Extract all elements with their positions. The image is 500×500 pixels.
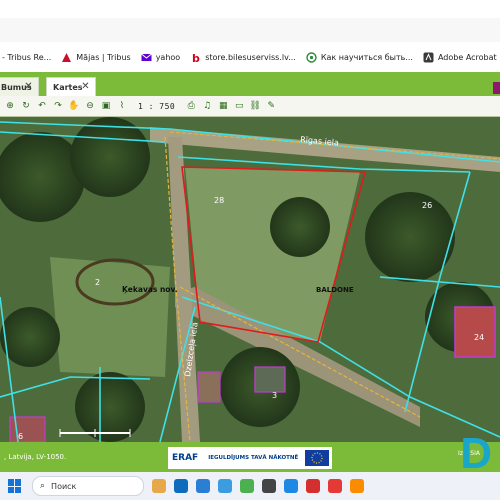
bookmark-label: - Tribus Re... [2, 52, 52, 62]
parcel-number: 6 [18, 432, 23, 441]
bookmark-label: Как научиться быть... [320, 52, 413, 62]
parcel-number: 28 [214, 196, 224, 205]
map-view[interactable]: Rīgas iela Dzelzceļa iela 28 26 2 24 3 6… [0, 117, 500, 442]
taskbar-search[interactable]: ⌕ Поиск [32, 476, 144, 496]
tree-cluster [75, 372, 145, 442]
map-scale: 1 : 750 [138, 101, 176, 111]
bookmark-majas-tribus[interactable]: Mājas | Tribus [61, 52, 131, 63]
tree-cluster [365, 192, 455, 282]
tab-bumus[interactable]: Bumus ✕ [0, 77, 39, 96]
parcel-number: 26 [422, 201, 432, 210]
parcel-number: 3 [272, 391, 277, 400]
comment-icon[interactable]: ▭ [233, 100, 245, 112]
municipality-label: Ķekavas nov. [122, 285, 178, 294]
tree-cluster [270, 197, 330, 257]
extent-icon[interactable]: ▣ [100, 100, 112, 112]
windows-start-icon[interactable] [8, 479, 22, 493]
header-badge [493, 82, 500, 94]
acrobat-icon[interactable] [306, 479, 320, 493]
search-icon: ⌕ [40, 481, 46, 491]
zoom-in-icon[interactable]: ⊕ [4, 100, 16, 112]
parcel-number: 2 [95, 278, 100, 287]
print-icon[interactable]: ⎙ [185, 100, 197, 112]
close-icon[interactable]: ✕ [23, 81, 34, 92]
app-header: Bumus ✕ Kartes ✕ [0, 72, 500, 96]
bookmarks-bar: - Tribus Re... Mājas | Tribus yahoo b st… [0, 42, 500, 72]
map-toolbar: ⊕ ↻ ↶ ↷ ✋ ⊖ ▣ ⌇ 1 : 750 ⎙ ♫ ▦ ▭ ⛓ ✎ [0, 96, 500, 117]
globe-icon [306, 51, 317, 63]
chrome-icon[interactable] [240, 479, 254, 493]
bookmark-kak-nauchitsya[interactable]: Как научиться быть... [306, 51, 413, 63]
forward-arrow-icon[interactable]: ↷ [52, 100, 64, 112]
bookmark-yahoo[interactable]: yahoo [140, 52, 181, 63]
zoom-out-icon[interactable]: ⊖ [84, 100, 96, 112]
measure-icon[interactable]: ⌇ [116, 100, 128, 112]
building [254, 366, 286, 393]
aerial-map: Rīgas iela Dzelzceļa iela 28 26 2 24 3 6… [0, 117, 500, 442]
watermark-letter: D [460, 429, 492, 478]
edit-icon[interactable]: ✎ [265, 100, 277, 112]
terminal-icon[interactable] [262, 479, 276, 493]
close-icon[interactable]: ✕ [80, 81, 91, 92]
yahoo-mail-icon [140, 53, 152, 61]
bookmark-label: Adobe Acrobat [437, 52, 497, 62]
tree-cluster [70, 117, 150, 197]
eraf-slogan: IEGULDĪJUMS TAVĀ NĀKOTNĒ [208, 455, 299, 461]
file-explorer-icon[interactable] [152, 479, 166, 493]
word-icon[interactable] [284, 479, 298, 493]
bookmark-label: Mājas | Tribus [76, 52, 131, 62]
adobe-acrobat-icon [423, 52, 434, 62]
browser-top-strip [0, 0, 500, 43]
tab-kartes[interactable]: Kartes ✕ [46, 77, 96, 96]
os-taskbar: ⌕ Поиск [0, 472, 500, 500]
bookmark-label: yahoo [155, 52, 181, 62]
svg-text:b: b [192, 52, 200, 63]
bookmark-adobe-acrobat[interactable]: Adobe Acrobat [423, 52, 497, 63]
pan-hand-icon[interactable]: ✋ [68, 100, 80, 112]
search-placeholder: Поиск [51, 481, 77, 491]
eu-flag-icon [305, 450, 329, 466]
music-note-icon[interactable]: ♫ [201, 100, 213, 112]
bilesu-serviss-icon: b [192, 52, 200, 63]
pdf-icon[interactable] [328, 479, 342, 493]
tree-cluster [0, 307, 60, 367]
outlook-icon[interactable] [174, 479, 188, 493]
tribus-icon [62, 52, 72, 62]
parcel-number: 24 [474, 333, 484, 342]
bookmark-tribus-re[interactable]: - Tribus Re... [2, 53, 51, 62]
bookmark-label: store.bilesuserviss.lv... [205, 52, 296, 62]
eraf-logo: ERAF [172, 453, 199, 463]
building [197, 371, 221, 403]
app-icon[interactable] [350, 479, 364, 493]
edge-icon[interactable] [196, 479, 210, 493]
link-icon[interactable]: ⛓ [249, 100, 261, 112]
refresh-icon[interactable]: ↻ [20, 100, 32, 112]
building [454, 306, 496, 358]
footer-address: , Latvija, LV-1050. [4, 453, 67, 461]
eraf-banner: ERAF IEGULDĪJUMS TAVĀ NĀKOTNĒ [168, 447, 332, 469]
grid-icon[interactable]: ▦ [217, 100, 229, 112]
store-icon[interactable] [218, 479, 232, 493]
back-arrow-icon[interactable]: ↶ [36, 100, 48, 112]
tab-label: Kartes [53, 82, 83, 92]
municipality-label: BALDONE [316, 286, 354, 294]
app-footer: , Latvija, LV-1050. ERAF IEGULDĪJUMS TAV… [0, 442, 500, 472]
bookmark-bilesuserviss[interactable]: b store.bilesuserviss.lv... [190, 52, 296, 63]
